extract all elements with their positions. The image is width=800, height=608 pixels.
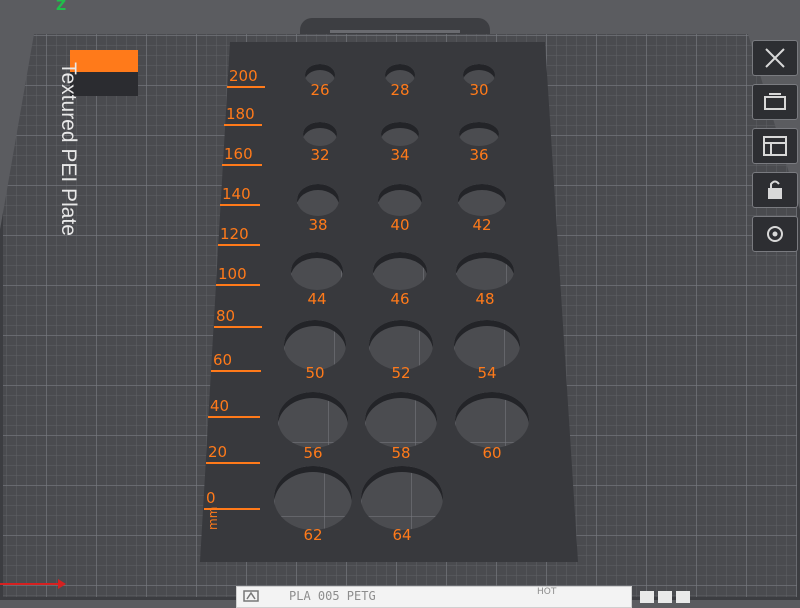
gauge-hole: [278, 392, 348, 448]
gauge-hole: [378, 184, 422, 216]
ruler-label: 80: [216, 307, 236, 325]
arrange-button[interactable]: [752, 128, 798, 164]
gauge-hole: [369, 320, 433, 370]
gauge-hole: [361, 466, 443, 530]
gauge-hole: [284, 320, 346, 370]
export-icon[interactable]: [676, 591, 690, 603]
hot-label: HOT: [537, 587, 557, 597]
filament-icon: [243, 590, 259, 602]
swatch-bottom: [70, 72, 138, 96]
ruler-label: 100: [218, 265, 247, 283]
hole-size-label: 56: [303, 444, 323, 462]
hole-size-label: 60: [482, 444, 502, 462]
hole-size-label: 32: [310, 146, 330, 164]
gauge-hole: [458, 184, 506, 216]
close-button[interactable]: [752, 40, 798, 76]
lock-button[interactable]: [752, 172, 798, 208]
gauge-model[interactable]: 200 180 160 140 120 100 80 60 40 20 0 mm 26 28 30 32 3…: [200, 42, 578, 562]
square-icon[interactable]: [658, 591, 672, 603]
gauge-hole: [274, 466, 352, 530]
ruler-tick: [227, 86, 265, 88]
hole-size-label: 48: [475, 290, 495, 308]
plate-settings-icon: [767, 226, 783, 242]
hole-size-label: 50: [305, 364, 325, 382]
z-axis-indicator: Z: [56, 0, 67, 14]
ruler-tick: [206, 462, 260, 464]
gauge-hole: [373, 252, 427, 290]
hole-size-label: 38: [308, 216, 328, 234]
ruler-tick: [220, 204, 260, 206]
auto-orient-icon: [764, 93, 786, 110]
hole-size-label: 52: [391, 364, 411, 382]
x-axis-indicator: [0, 579, 66, 589]
ruler-label: 160: [224, 145, 253, 163]
gauge-hole: [455, 392, 529, 448]
ruler-label: 40: [210, 397, 230, 415]
gauge-hole: [456, 252, 514, 290]
hole-size-label: 34: [390, 146, 410, 164]
gauge-hole: [454, 320, 520, 370]
ruler-tick: [211, 370, 261, 372]
ruler-label: 180: [226, 105, 255, 123]
ruler-label: 0: [206, 489, 216, 507]
arrange-icon: [763, 136, 787, 156]
close-x-icon: [765, 48, 785, 68]
ruler-tick: [208, 416, 260, 418]
lock-icon: [768, 180, 782, 199]
ruler-tick: [214, 326, 262, 328]
ruler-tick: [224, 124, 262, 126]
gauge-hole: [381, 122, 419, 146]
auto-orient-button[interactable]: [752, 84, 798, 120]
gauge-hole: [297, 184, 339, 216]
upload-icon[interactable]: [640, 591, 654, 603]
ruler-label: 120: [220, 225, 249, 243]
ruler-label: 200: [229, 67, 258, 85]
hole-size-label: 64: [392, 526, 412, 544]
gauge-hole: [459, 122, 499, 146]
ruler-label: 20: [208, 443, 228, 461]
hole-size-label: 40: [390, 216, 410, 234]
gauge-hole: [303, 122, 337, 146]
ruler-unit-label: mm: [206, 506, 220, 530]
right-toolbar: [752, 40, 800, 260]
hole-size-label: 62: [303, 526, 323, 544]
hole-size-label: 58: [391, 444, 411, 462]
gauge-hole: [365, 392, 437, 448]
hole-size-label: 26: [310, 81, 330, 99]
gauge-hole: [291, 252, 343, 290]
plate-type-label: Textured PEI Plate: [57, 62, 80, 236]
hole-size-label: 30: [469, 81, 489, 99]
ruler-tick: [218, 244, 260, 246]
filament-status-bar: PLA 005 PETG HOT: [236, 586, 632, 608]
hole-size-label: 44: [307, 290, 327, 308]
ruler-label: 60: [213, 351, 233, 369]
hole-size-label: 28: [390, 81, 410, 99]
hole-size-label: 54: [477, 364, 497, 382]
ruler-tick: [222, 164, 262, 166]
ruler-tick: [216, 284, 260, 286]
plate-settings-button[interactable]: [752, 216, 798, 252]
plate-color-swatch: [70, 50, 138, 96]
hole-size-label: 46: [390, 290, 410, 308]
hole-size-label: 36: [469, 146, 489, 164]
filament-label: PLA 005 PETG: [289, 589, 376, 603]
hole-size-label: 42: [472, 216, 492, 234]
swatch-top: [70, 50, 138, 72]
ruler-label: 140: [222, 185, 251, 203]
